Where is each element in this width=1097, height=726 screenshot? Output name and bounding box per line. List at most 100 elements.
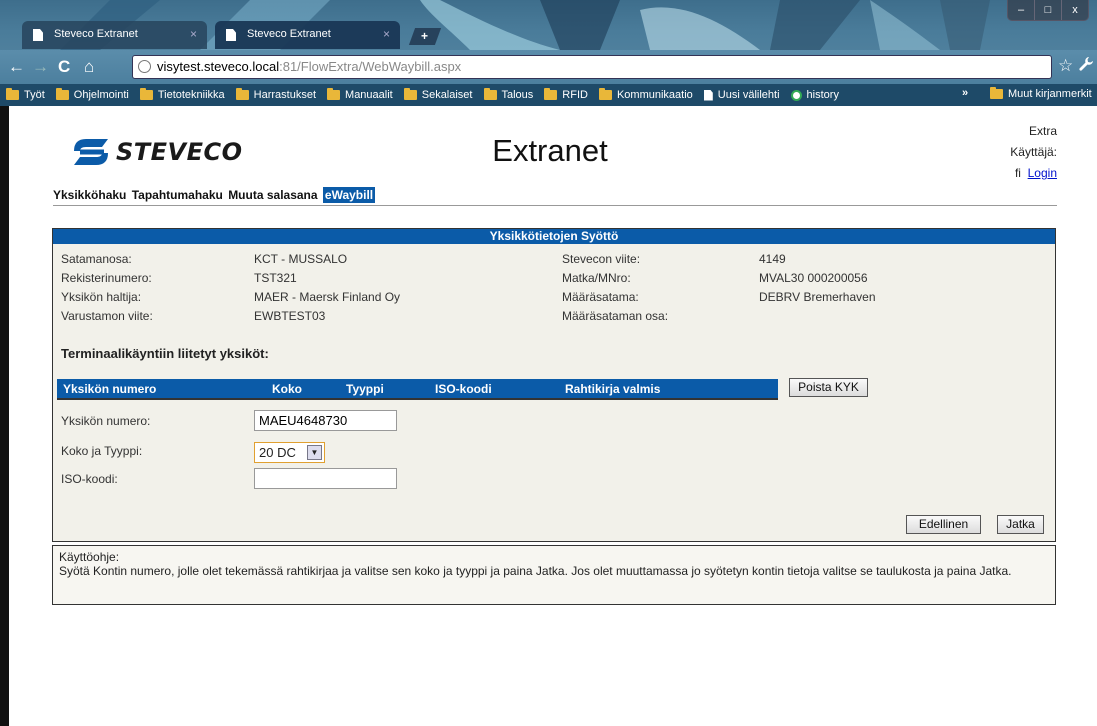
bookmark-item[interactable]: Kommunikaatio bbox=[598, 88, 693, 101]
tab-close-icon[interactable]: × bbox=[190, 27, 197, 41]
bookmark-item[interactable]: Työt bbox=[6, 88, 45, 101]
field-value: 4149 bbox=[759, 252, 786, 266]
menu-item-tapahtumahaku[interactable]: Tapahtumahaku bbox=[132, 188, 223, 202]
field-label: Satamanosa: bbox=[61, 252, 132, 266]
field-label: Yksikön haltija: bbox=[61, 290, 142, 304]
folder-icon bbox=[990, 87, 1003, 99]
main-menu: Yksikköhaku Tapahtumahaku Muuta salasana… bbox=[53, 187, 377, 203]
menu-item-muuta-salasana[interactable]: Muuta salasana bbox=[228, 188, 317, 202]
bookmark-item[interactable]: Ohjelmointi bbox=[55, 88, 129, 101]
tab-close-icon[interactable]: × bbox=[383, 27, 390, 41]
wrench-icon[interactable] bbox=[1078, 56, 1094, 77]
url-path: :81/FlowExtra/WebWaybill.aspx bbox=[279, 59, 462, 74]
bookmark-label: Työt bbox=[24, 89, 45, 101]
reload-button[interactable]: C bbox=[58, 57, 70, 77]
maximize-button[interactable]: □ bbox=[1034, 0, 1061, 20]
folder-icon bbox=[483, 88, 497, 100]
bookmark-item[interactable]: Uusi välilehti bbox=[703, 89, 780, 101]
unit-entry-panel: Yksikkötietojen Syöttö Satamanosa: KCT -… bbox=[52, 228, 1056, 542]
size-type-label: Koko ja Tyyppi: bbox=[61, 444, 143, 458]
field-label: Stevecon viite: bbox=[562, 252, 641, 266]
field-value: DEBRV Bremerhaven bbox=[759, 290, 876, 304]
folder-icon bbox=[139, 88, 153, 100]
other-bookmarks[interactable]: Muut kirjanmerkit bbox=[990, 87, 1092, 100]
user-area: Extra Käyttäjä: fi Login bbox=[1010, 121, 1057, 184]
field-label: Varustamon viite: bbox=[61, 309, 153, 323]
folder-icon bbox=[6, 88, 19, 100]
field-value: MVAL30 000200056 bbox=[759, 271, 868, 285]
previous-button[interactable]: Edellinen bbox=[906, 515, 981, 534]
help-text: Syötä Kontin numero, jolle olet tekemäss… bbox=[59, 564, 1012, 578]
url-host: visytest.steveco.local bbox=[157, 59, 280, 74]
login-link[interactable]: Login bbox=[1028, 166, 1057, 180]
language-code[interactable]: fi bbox=[1015, 166, 1021, 180]
field-value: EWBTEST03 bbox=[254, 309, 326, 323]
tab-title: Steveco Extranet bbox=[247, 28, 331, 40]
browser-chrome: Steveco Extranet × Steveco Extranet × + … bbox=[0, 0, 1097, 106]
tab-title: Steveco Extranet bbox=[54, 28, 138, 40]
bookmark-item[interactable]: history bbox=[790, 89, 839, 101]
address-bar[interactable]: visytest.steveco.local:81/FlowExtra/WebW… bbox=[132, 55, 1052, 79]
bookmark-item[interactable]: RFID bbox=[544, 88, 588, 101]
size-type-value: 20 DC bbox=[259, 445, 296, 460]
field-label: Määräsataman osa: bbox=[562, 309, 669, 323]
bookmark-item[interactable]: Talous bbox=[483, 88, 534, 101]
field-label: Matka/MNro: bbox=[562, 271, 631, 285]
forward-button[interactable]: → bbox=[32, 57, 49, 77]
page-title: Extranet bbox=[492, 133, 608, 168]
field-value: TST321 bbox=[254, 271, 297, 285]
continue-button[interactable]: Jatka bbox=[997, 515, 1044, 534]
tab-steveco-2[interactable]: Steveco Extranet × bbox=[215, 21, 400, 49]
size-type-select[interactable]: 20 DC ▼ bbox=[254, 442, 325, 463]
remove-kyk-button[interactable]: Poista KYK bbox=[789, 378, 868, 397]
help-title: Käyttöohje: bbox=[59, 550, 120, 564]
bookmark-star-icon[interactable]: ☆ bbox=[1058, 56, 1073, 76]
field-value: KCT - MUSSALO bbox=[254, 252, 348, 266]
tab-steveco-1[interactable]: Steveco Extranet × bbox=[22, 21, 207, 49]
bookmark-label: Manuaalit bbox=[345, 89, 393, 101]
menu-divider bbox=[53, 205, 1057, 206]
chevron-down-icon[interactable]: ▼ bbox=[307, 445, 322, 460]
bookmark-label: Ohjelmointi bbox=[73, 89, 129, 101]
page-icon bbox=[33, 29, 43, 41]
extra-label: Extra bbox=[1028, 124, 1057, 138]
bookmark-label: Talous bbox=[501, 89, 534, 101]
column-header: Koko bbox=[272, 382, 302, 396]
bookmark-item[interactable]: Tietotekniikka bbox=[139, 88, 225, 101]
folder-icon bbox=[403, 88, 417, 100]
bookmark-label: Tietotekniikka bbox=[157, 89, 225, 101]
column-header: Yksikön numero bbox=[63, 382, 157, 396]
back-button[interactable]: ← bbox=[8, 57, 25, 77]
bookmark-item[interactable]: Harrastukset bbox=[235, 88, 317, 101]
unit-number-input[interactable] bbox=[254, 410, 397, 431]
column-header: ISO-koodi bbox=[435, 382, 492, 396]
folder-icon bbox=[235, 88, 249, 100]
close-window-button[interactable]: x bbox=[1061, 0, 1088, 20]
logo-text: STEVECO bbox=[116, 138, 243, 166]
history-icon bbox=[790, 89, 802, 101]
other-bookmarks-label: Muut kirjanmerkit bbox=[1008, 88, 1092, 100]
bookmark-label: RFID bbox=[562, 89, 588, 101]
bookmark-label: Kommunikaatio bbox=[616, 89, 693, 101]
bookmark-item[interactable]: Manuaalit bbox=[327, 88, 393, 101]
window-left-edge bbox=[0, 106, 9, 726]
bookmarks-overflow-button[interactable]: » bbox=[962, 87, 968, 99]
bookmark-label: history bbox=[806, 89, 839, 101]
units-heading: Terminaalikäyntiin liitetyt yksiköt: bbox=[61, 346, 269, 361]
field-label: Määräsatama: bbox=[562, 290, 639, 304]
iso-code-input[interactable] bbox=[254, 468, 397, 489]
help-box: Käyttöohje: Syötä Kontin numero, jolle o… bbox=[52, 545, 1056, 605]
page-icon bbox=[703, 89, 713, 101]
steveco-logo: STEVECO bbox=[72, 133, 243, 171]
window-controls: – □ x bbox=[1007, 0, 1089, 21]
minimize-button[interactable]: – bbox=[1008, 0, 1034, 20]
menu-item-yksikkohaku[interactable]: Yksikköhaku bbox=[53, 188, 126, 202]
menu-item-ewaybill[interactable]: eWaybill bbox=[322, 187, 376, 203]
bookmark-label: Harrastukset bbox=[253, 89, 317, 101]
globe-icon bbox=[138, 60, 151, 73]
new-tab-button[interactable]: + bbox=[408, 28, 442, 45]
column-header: Rahtikirja valmis bbox=[565, 382, 661, 396]
panel-title: Yksikkötietojen Syöttö bbox=[53, 229, 1055, 244]
home-button[interactable]: ⌂ bbox=[84, 57, 94, 77]
bookmark-item[interactable]: Sekalaiset bbox=[403, 88, 473, 101]
